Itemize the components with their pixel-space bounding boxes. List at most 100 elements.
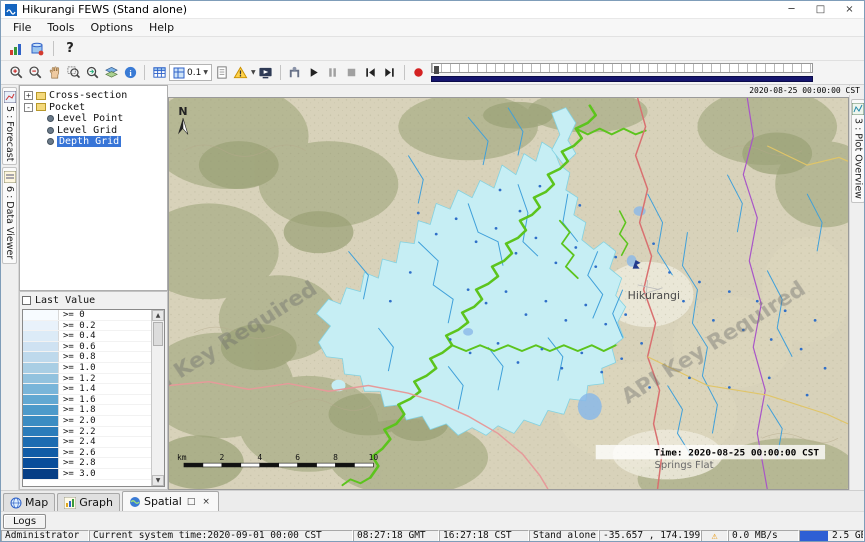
svg-text:10: 10 <box>369 453 379 462</box>
svg-text:Time: 2020-08-25 00:00:00 CST: Time: 2020-08-25 00:00:00 CST <box>654 448 819 459</box>
legend-swatch <box>23 331 59 341</box>
app-logo-icon <box>5 4 17 16</box>
info-icon[interactable]: i <box>121 64 139 82</box>
database-icon[interactable] <box>28 40 46 58</box>
database-chart-icon[interactable] <box>7 40 25 58</box>
status-memory: 2.5 GB <box>799 530 864 542</box>
minimize-button[interactable]: ─ <box>777 1 806 18</box>
dock-tab-plot-overview[interactable]: 3 : Plot Overview <box>851 99 865 203</box>
expand-icon[interactable]: + <box>24 91 33 100</box>
document-icon[interactable] <box>213 64 231 82</box>
plot-overview-tab-icon <box>852 103 864 115</box>
stop-button[interactable] <box>343 64 361 82</box>
legend-swatch <box>23 310 59 320</box>
scroll-up-icon[interactable]: ▲ <box>152 310 164 321</box>
tab-label: Graph <box>79 496 113 509</box>
svg-text:8: 8 <box>333 453 338 462</box>
tree-node-level-grid[interactable]: Level Grid <box>20 125 167 137</box>
chevron-down-icon[interactable]: ▼ <box>251 70 256 76</box>
legend-list: >= 0 >= 0.2 >= 0.4 >= 0.6 >= 0.8 >= 1.0 … <box>22 309 165 487</box>
chart-icon <box>64 497 76 509</box>
status-network-rate: 0.0 MB/s <box>728 530 799 542</box>
logs-button[interactable]: Logs <box>3 514 46 529</box>
map-canvas[interactable]: Hikurangi Springs Flat API Key Required … <box>168 97 849 490</box>
dock-tab-forecast[interactable]: 5 : Forecast <box>2 87 17 165</box>
panel-maximize-icon[interactable]: □ <box>185 497 198 507</box>
legend-row: >= 2.2 <box>23 427 164 438</box>
record-button[interactable] <box>410 64 428 82</box>
tree-node-level-point[interactable]: Level Point <box>20 113 167 125</box>
zoom-box-icon[interactable] <box>64 64 82 82</box>
zoom-in-icon[interactable] <box>7 64 25 82</box>
status-mode: Stand alone <box>529 530 599 542</box>
pause-button[interactable] <box>324 64 342 82</box>
tree-node-cross-section[interactable]: + Cross-section <box>20 90 167 102</box>
contour-threshold-value: 0.1 <box>187 68 201 78</box>
svg-text:4: 4 <box>257 453 262 462</box>
timeline-handle[interactable] <box>434 66 439 74</box>
play-button[interactable] <box>305 64 323 82</box>
spatial-globe-icon <box>129 496 141 508</box>
town-label: Hikurangi <box>628 289 680 302</box>
window-title: Hikurangi FEWS (Stand alone) <box>22 3 187 16</box>
last-value-checkbox[interactable] <box>22 296 31 305</box>
svg-text:N: N <box>178 105 187 118</box>
pan-hand-icon[interactable] <box>45 64 63 82</box>
legend-swatch <box>23 427 59 437</box>
node-bullet-icon <box>47 115 54 122</box>
legend-swatch <box>23 342 59 352</box>
status-warning-icon[interactable]: ⚠ <box>701 530 728 542</box>
profile-tool-icon[interactable] <box>286 64 304 82</box>
first-step-button[interactable] <box>362 64 380 82</box>
maximize-button[interactable]: □ <box>806 1 835 18</box>
legend-swatch <box>23 363 59 373</box>
toolbar-separator <box>53 41 54 56</box>
left-dock-strip: 5 : Forecast 6 : Data Viewer <box>1 85 19 490</box>
dock-tab-data-viewer[interactable]: 6 : Data Viewer <box>2 167 17 263</box>
tree-node-label: Pocket <box>49 102 85 113</box>
legend-scrollbar[interactable]: ▲ ▼ <box>151 310 164 486</box>
toolbar-separator <box>404 65 405 80</box>
tab-spatial[interactable]: Spatial □ × <box>122 491 219 511</box>
contour-grid-icon <box>173 67 185 79</box>
data-viewer-tab-icon <box>4 171 16 183</box>
app-window: Hikurangi FEWS (Stand alone) ─ □ × File … <box>0 0 865 542</box>
tab-label: Map <box>25 496 48 509</box>
panel-close-icon[interactable]: × <box>200 497 212 507</box>
collapse-icon[interactable]: - <box>24 103 33 112</box>
contour-threshold-dropdown[interactable]: 0.1 ▼ <box>169 64 212 81</box>
legend-swatch <box>23 352 59 362</box>
status-gmt-time: 08:27:18 GMT <box>353 530 439 542</box>
menu-file[interactable]: File <box>5 20 39 35</box>
tree-node-pocket[interactable]: - Pocket <box>20 102 167 114</box>
legend-swatch <box>23 448 59 458</box>
tab-map[interactable]: Map <box>3 493 55 511</box>
legend-swatch <box>23 469 59 479</box>
timeline-track[interactable] <box>431 63 813 73</box>
menu-tools[interactable]: Tools <box>39 20 82 35</box>
tab-graph[interactable]: Graph <box>57 493 120 511</box>
menu-options[interactable]: Options <box>83 20 141 35</box>
chevron-down-icon: ▼ <box>203 70 208 76</box>
legend-panel: Last Value >= 0 >= 0.2 >= 0.4 >= 0.6 >= … <box>19 291 168 490</box>
node-bullet-icon <box>47 138 54 145</box>
help-icon[interactable]: ? <box>61 40 79 58</box>
animation-display-icon[interactable] <box>257 64 275 82</box>
timeline-slider[interactable] <box>431 63 813 83</box>
legend-swatch <box>23 405 59 415</box>
status-local-time: 16:27:18 CST <box>439 530 529 542</box>
grid-table-icon[interactable] <box>150 64 168 82</box>
memory-label: 2.5 GB <box>800 530 864 541</box>
tree-node-depth-grid[interactable]: Depth Grid <box>20 136 167 148</box>
logs-bar: Logs <box>1 511 864 530</box>
legend-swatch <box>23 458 59 468</box>
zoom-out-icon[interactable] <box>26 64 44 82</box>
menu-help[interactable]: Help <box>141 20 182 35</box>
close-button[interactable]: × <box>835 1 864 18</box>
zoom-extent-icon[interactable] <box>83 64 101 82</box>
warning-dropdown-icon[interactable]: ! <box>232 64 250 82</box>
layers-icon[interactable] <box>102 64 120 82</box>
scroll-thumb[interactable] <box>153 322 163 346</box>
last-step-button[interactable] <box>381 64 399 82</box>
scroll-down-icon[interactable]: ▼ <box>152 475 164 486</box>
